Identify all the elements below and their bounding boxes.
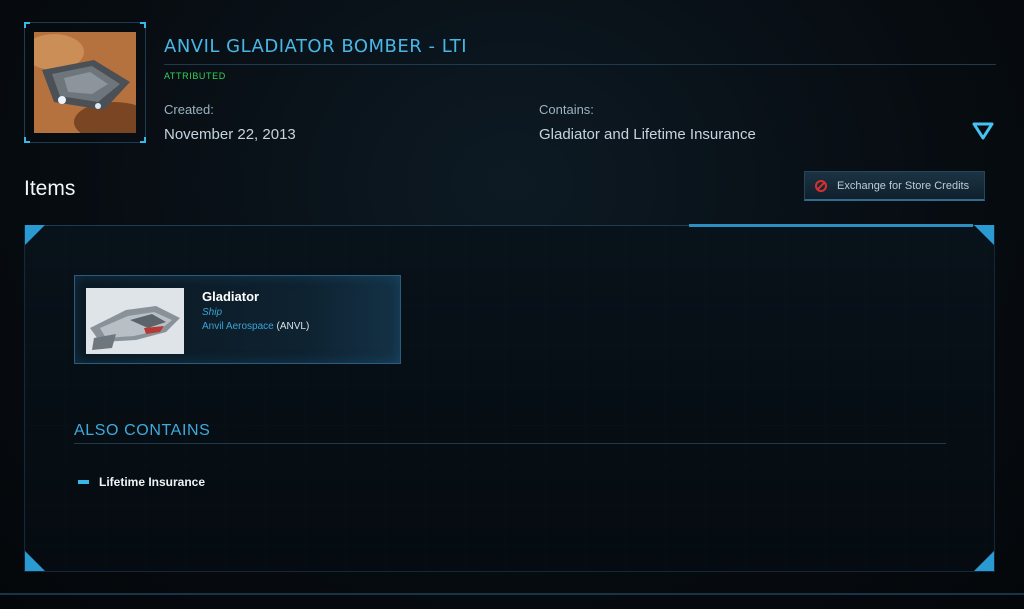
also-contains-divider (74, 443, 946, 444)
created-date: November 22, 2013 (164, 126, 296, 143)
exchange-for-credits-button[interactable]: Exchange for Store Credits (804, 171, 985, 201)
item-card-gladiator[interactable]: Gladiator Ship Anvil Aerospace (ANVL) (74, 275, 401, 364)
also-contains-label: Lifetime Insurance (99, 475, 206, 489)
item-type: Ship (202, 307, 223, 318)
pledge-page: ANVIL GLADIATOR BOMBER - LTI ATTRIBUTED … (0, 0, 1024, 609)
panel-corner (974, 225, 994, 245)
pledge-title: ANVIL GLADIATOR BOMBER - LTI (164, 36, 468, 57)
contains-label: Contains: (539, 102, 594, 117)
item-manufacturer: Anvil Aerospace (ANVL) (202, 321, 309, 332)
attribution-status: ATTRIBUTED (164, 71, 226, 81)
panel-corner (974, 551, 994, 571)
panel-accent-bar (689, 224, 973, 227)
item-ship-image (86, 288, 184, 354)
frame-corner (140, 137, 146, 143)
bullet-icon (78, 480, 89, 484)
panel-corner (25, 225, 45, 245)
items-heading: Items (24, 177, 76, 200)
frame-corner (24, 22, 30, 28)
contains-summary: Gladiator and Lifetime Insurance (539, 126, 756, 143)
expand-toggle-button[interactable] (972, 121, 994, 141)
also-contains-heading: ALSO CONTAINS (74, 422, 211, 439)
item-name: Gladiator (202, 289, 260, 304)
manufacturer-code: (ANVL) (276, 321, 310, 332)
manufacturer-name: Anvil Aerospace (202, 321, 274, 332)
panel-corner (25, 551, 45, 571)
pledge-thumbnail-frame (24, 22, 146, 143)
title-divider (164, 64, 996, 65)
cancel-circle-icon (815, 179, 827, 192)
created-label: Created: (164, 102, 214, 117)
items-panel: Gladiator Ship Anvil Aerospace (ANVL) AL… (24, 224, 995, 572)
pledge-ship-image (34, 32, 136, 133)
frame-corner (24, 137, 30, 143)
frame-corner (140, 22, 146, 28)
chevron-down-icon (972, 122, 994, 140)
also-contains-item: Lifetime Insurance (78, 475, 205, 489)
footer-divider (0, 593, 1024, 595)
exchange-button-label: Exchange for Store Credits (837, 179, 970, 192)
